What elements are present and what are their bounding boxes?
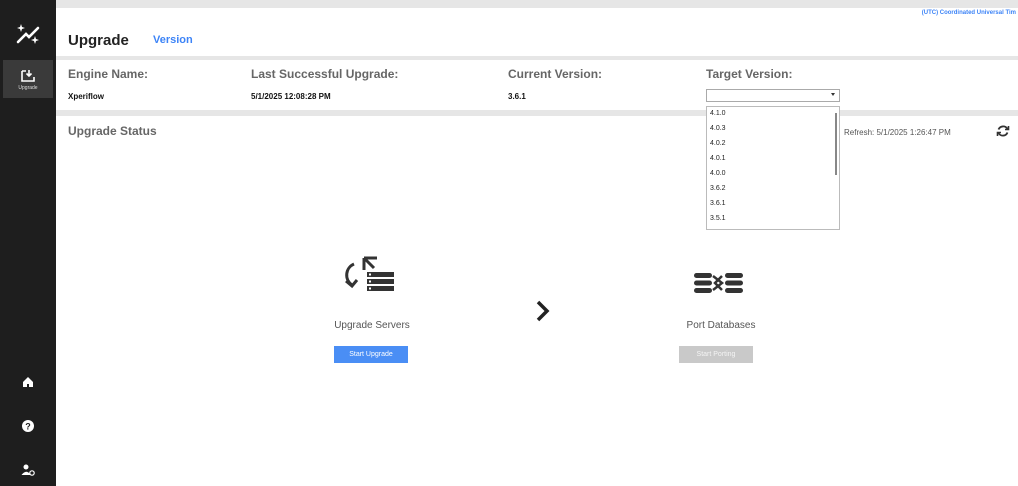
svg-text:?: ? (25, 422, 31, 432)
chevron-down-icon (831, 93, 835, 96)
current-version-label: Current Version: (508, 67, 603, 81)
sidebar-item-upgrade[interactable]: Upgrade (3, 60, 53, 98)
sidebar-item-label: Upgrade (18, 84, 38, 91)
refresh-timestamp: Refresh: 5/1/2025 1:26:47 PM (844, 128, 951, 137)
version-link[interactable]: Version (153, 34, 193, 46)
version-option[interactable]: 4.0.3 (710, 125, 726, 132)
version-option[interactable]: 3.6.2 (710, 185, 726, 192)
version-option[interactable]: 3.6.1 (710, 200, 726, 207)
version-option[interactable]: 3.5.1 (710, 215, 726, 222)
upgrade-status-panel: Upgrade Status Refresh: 5/1/2025 1:26:47… (56, 116, 1018, 486)
port-databases-icon (694, 273, 743, 293)
page-title: Upgrade (68, 32, 129, 49)
user-settings-icon[interactable] (20, 462, 36, 478)
chevron-right-icon (536, 300, 550, 322)
target-version-label: Target Version: (706, 67, 793, 81)
upgrade-icon (21, 69, 35, 82)
version-option[interactable]: 4.0.0 (710, 170, 726, 177)
upgrade-servers-icon (345, 256, 394, 291)
sidebar: Upgrade ? (0, 0, 56, 486)
start-upgrade-button[interactable]: Start Upgrade (334, 346, 408, 363)
port-databases-label: Port Databases (686, 320, 756, 331)
engine-name-value: Xperiflow (68, 92, 105, 101)
timezone-label[interactable]: (UTC) Coordinated Universal Tim (922, 10, 1016, 16)
upgrade-servers-label: Upgrade Servers (334, 320, 410, 331)
current-version-value: 3.6.1 (508, 92, 526, 101)
help-icon[interactable]: ? (20, 418, 36, 434)
home-icon[interactable] (20, 374, 36, 390)
main-content: Upgrade Version (UTC) Coordinated Univer… (56, 0, 1018, 486)
engine-info-panel: Engine Name: Xperiflow Last Successful U… (56, 60, 1018, 110)
target-version-select[interactable] (706, 89, 840, 102)
version-option[interactable]: 4.1.0 (710, 110, 726, 117)
engine-name-label: Engine Name: (68, 67, 149, 81)
upgrade-status-title: Upgrade Status (68, 124, 157, 138)
version-option[interactable]: 4.0.2 (710, 140, 726, 147)
last-upgrade-label: Last Successful Upgrade: (251, 67, 399, 81)
app-logo-icon (16, 24, 40, 44)
refresh-icon[interactable] (996, 124, 1010, 138)
start-porting-button[interactable]: Start Porting (679, 346, 753, 363)
dropdown-scrollbar[interactable] (835, 113, 837, 175)
last-upgrade-value: 5/1/2025 12:08:28 PM (251, 92, 331, 101)
target-version-dropdown[interactable]: 4.1.0 4.0.3 4.0.2 4.0.1 4.0.0 3.6.2 3.6.… (706, 106, 840, 230)
page-header: Upgrade Version (UTC) Coordinated Univer… (56, 8, 1018, 56)
version-option[interactable]: 4.0.1 (710, 155, 726, 162)
